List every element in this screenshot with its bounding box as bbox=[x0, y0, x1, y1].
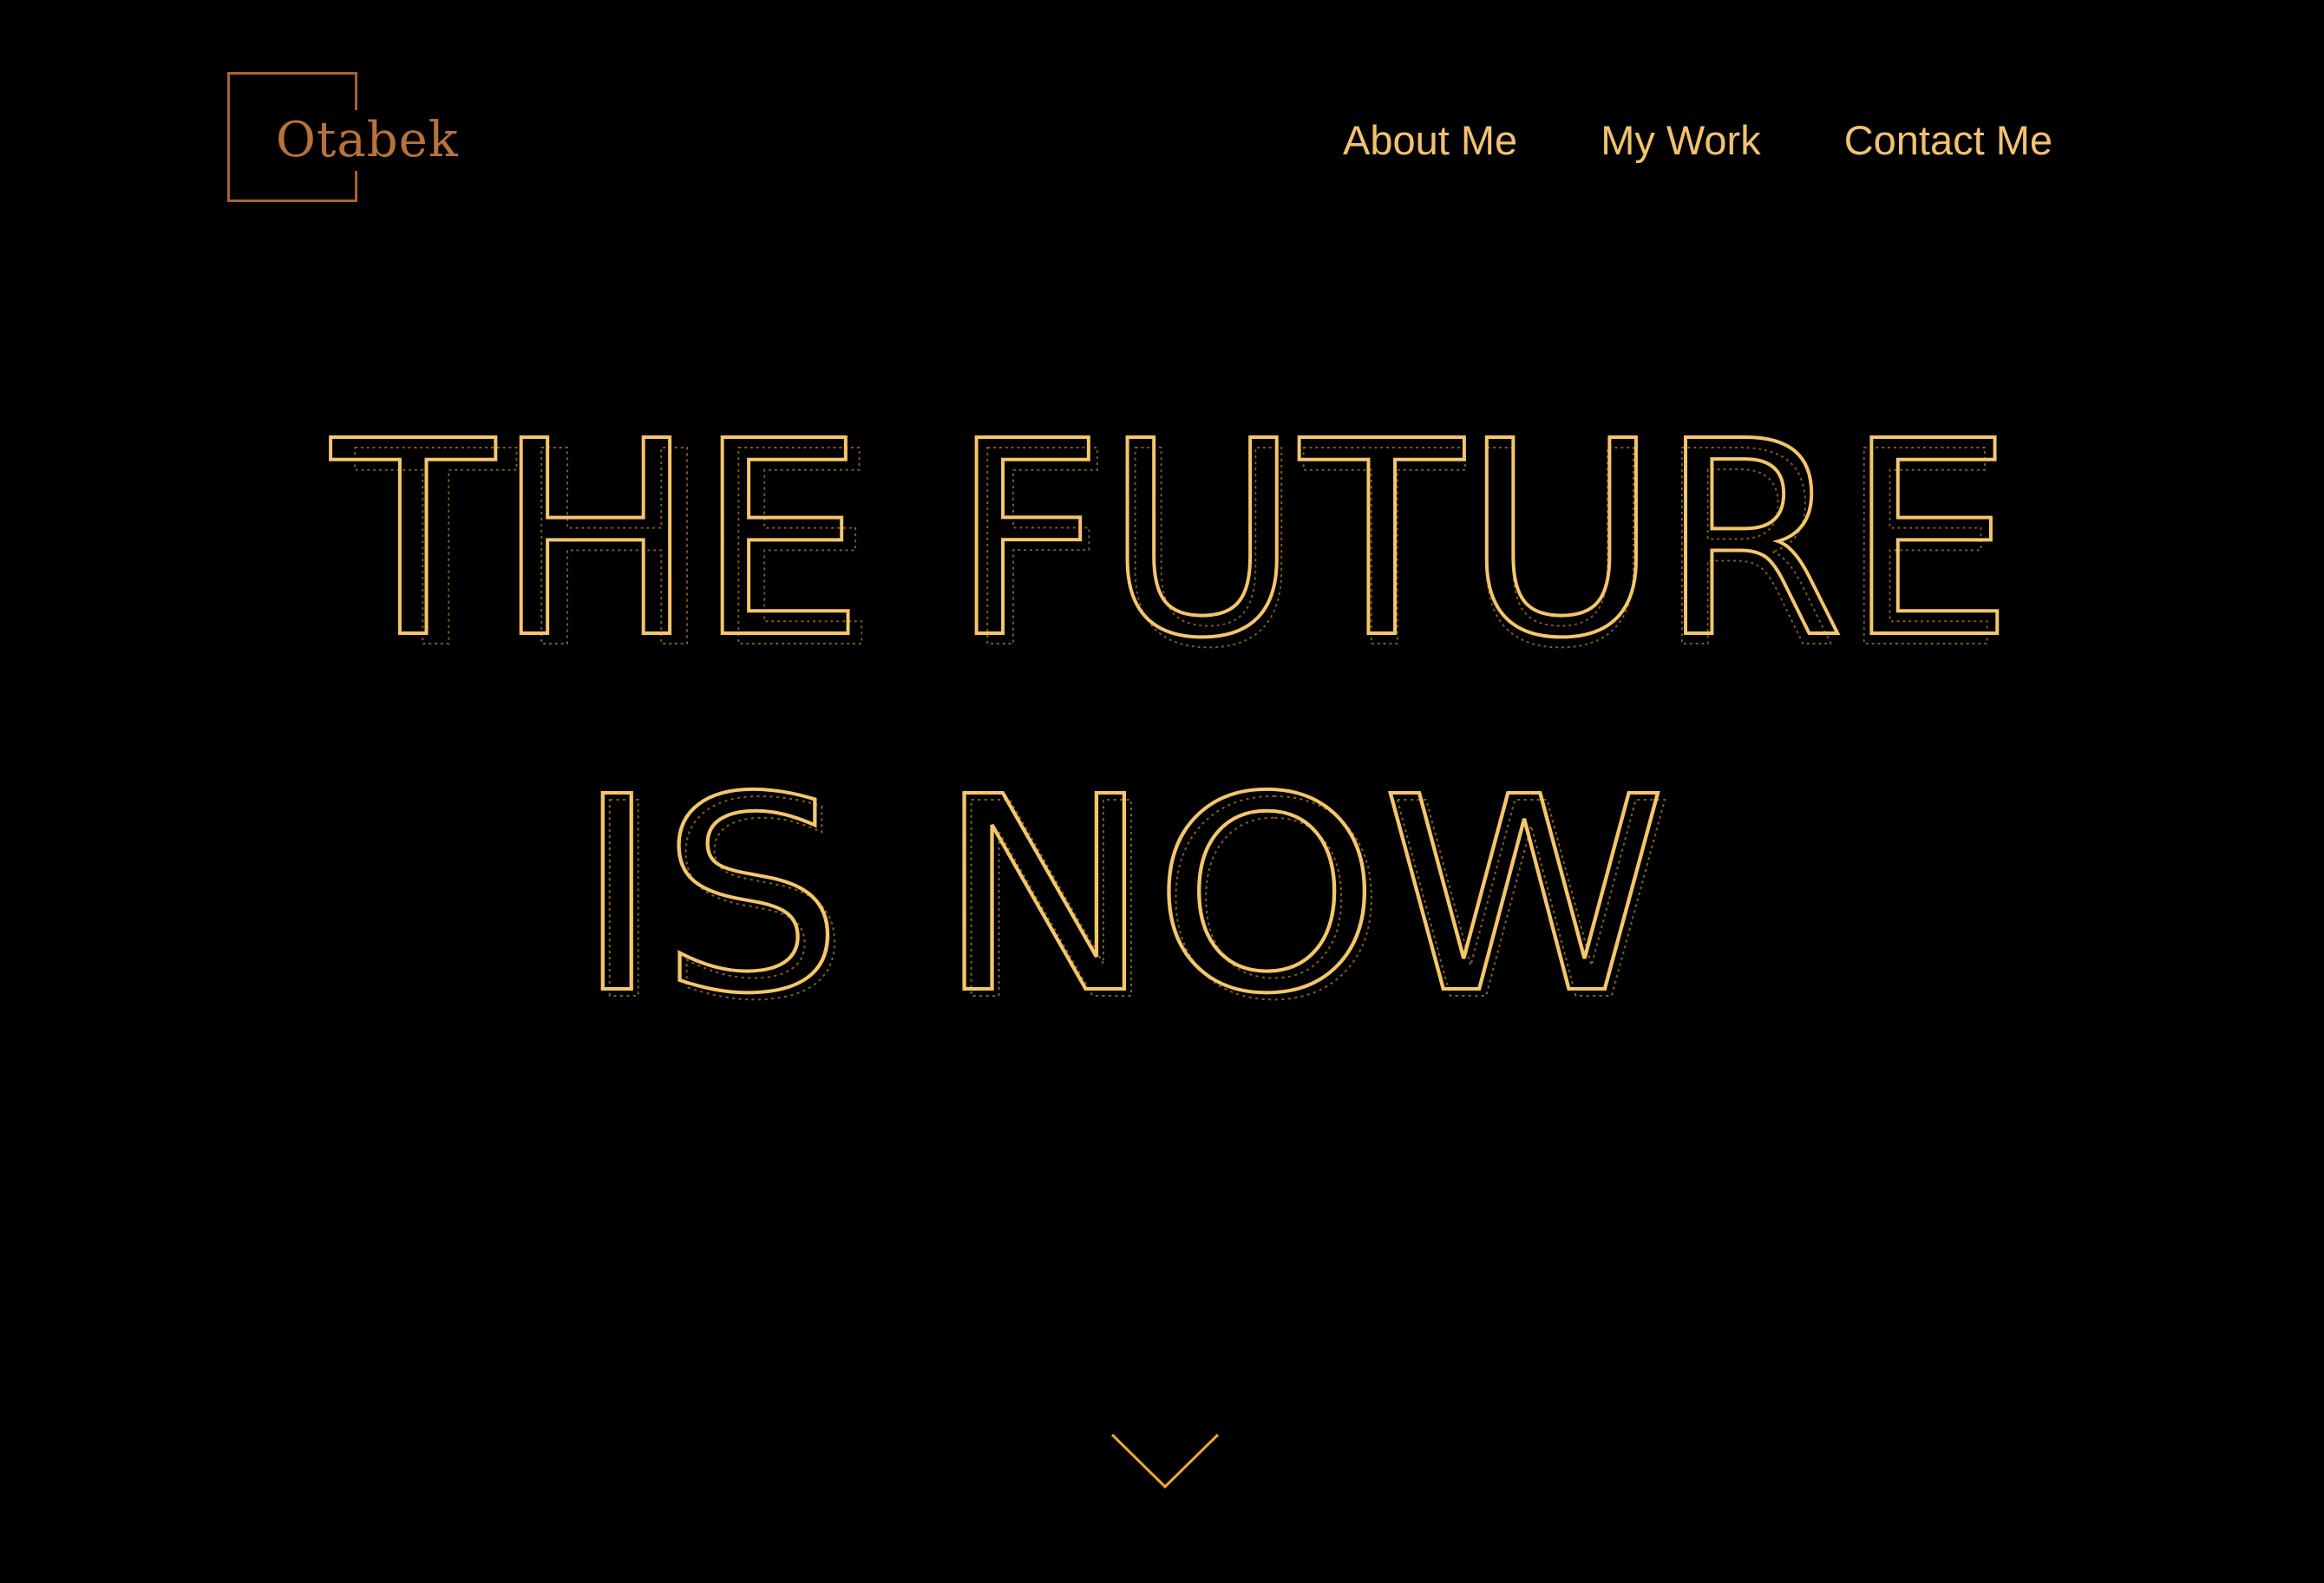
hero-headline-graphic: THE FUTURE IS NOW THE FUTURE IS NOW bbox=[325, 383, 2016, 1061]
hero-line1: THE FUTURE bbox=[327, 384, 2014, 697]
hero-line2: IS NOW bbox=[574, 740, 1667, 1053]
chevron-down-icon bbox=[1110, 1433, 1220, 1489]
hero-headline: THE FUTURE IS NOW THE FUTURE IS NOW bbox=[0, 0, 2324, 1128]
scroll-down-button[interactable] bbox=[1109, 1431, 1221, 1492]
landing-page: Otabek About Me My Work Contact Me THE F… bbox=[0, 0, 2324, 1583]
